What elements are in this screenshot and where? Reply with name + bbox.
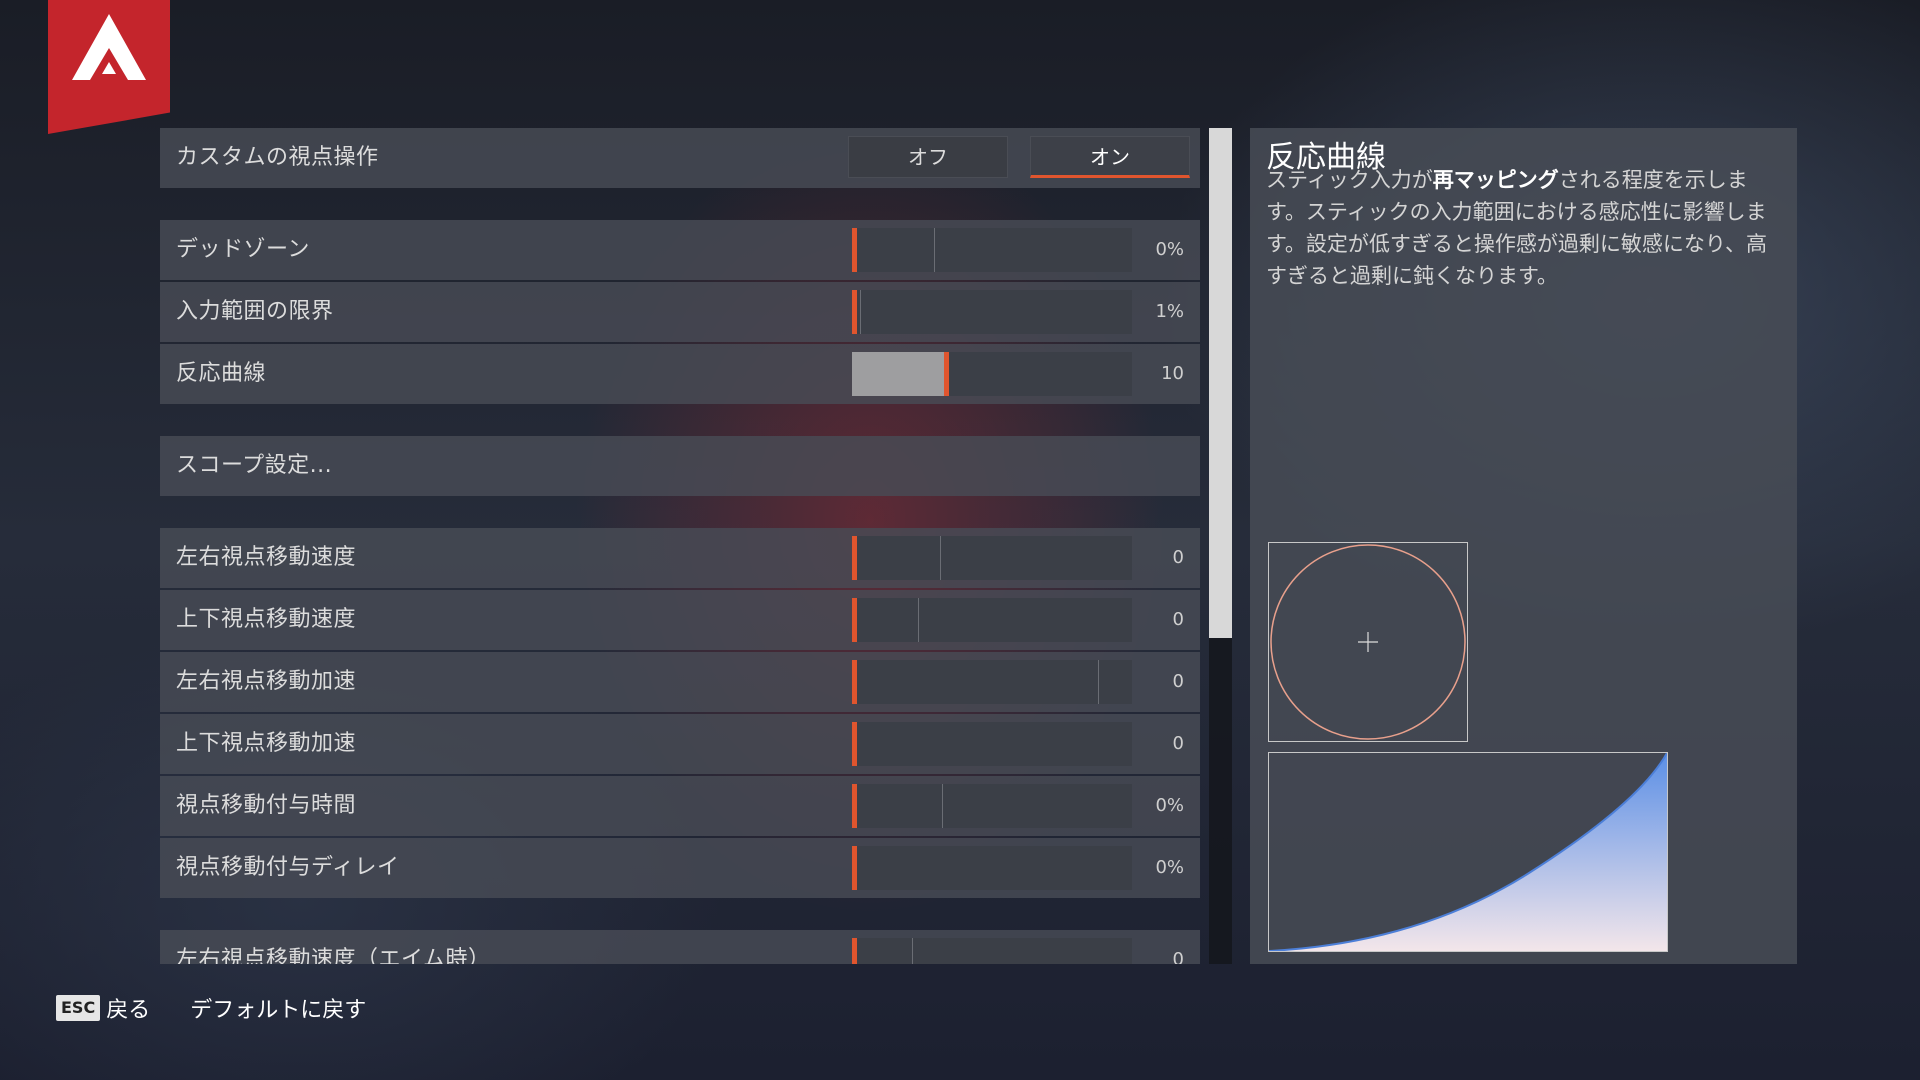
slider-handle[interactable] <box>852 290 857 334</box>
response-curve-slider[interactable] <box>852 352 1132 396</box>
slider-handle[interactable] <box>852 784 857 828</box>
default-marker <box>1098 660 1099 704</box>
default-marker <box>934 228 935 272</box>
scrollbar-thumb[interactable] <box>1209 128 1232 638</box>
row-label: 左右視点移動速度（エイム時） <box>176 947 491 964</box>
row-label: デッドゾーン <box>176 237 310 262</box>
yaw-boost-slider[interactable] <box>852 660 1132 704</box>
row-label: 反応曲線 <box>176 361 267 386</box>
row-value: 0% <box>1155 239 1184 260</box>
slider-handle[interactable] <box>852 660 857 704</box>
toggle-off-button[interactable]: オフ <box>848 136 1008 178</box>
row-value: 0 <box>1172 949 1184 964</box>
row-custom-look: カスタムの視点操作 オフ オン <box>160 128 1200 188</box>
row-value: 0 <box>1172 733 1184 754</box>
pitch-speed-slider[interactable] <box>852 598 1132 642</box>
slider-handle[interactable] <box>852 846 857 890</box>
row-response-curve[interactable]: 反応曲線 10 <box>160 344 1200 404</box>
row-deadzone[interactable]: デッドゾーン 0% <box>160 220 1200 280</box>
stick-visualizer <box>1268 542 1468 742</box>
row-value: 0% <box>1155 795 1184 816</box>
default-marker <box>912 938 913 964</box>
row-yaw-boost[interactable]: 左右視点移動加速 0 <box>160 652 1200 712</box>
reset-defaults-button[interactable]: デフォルトに戻す <box>190 992 366 1024</box>
row-yaw-speed[interactable]: 左右視点移動速度 0 <box>160 528 1200 588</box>
slider-handle[interactable] <box>852 228 857 272</box>
row-pitch-boost[interactable]: 上下視点移動加速 0 <box>160 714 1200 774</box>
slider-handle[interactable] <box>852 598 857 642</box>
row-ramp-time[interactable]: 視点移動付与時間 0% <box>160 776 1200 836</box>
row-label: 視点移動付与ディレイ <box>176 855 400 880</box>
toggle-on-button[interactable]: オン <box>1030 136 1190 178</box>
slider-handle[interactable] <box>852 722 857 766</box>
row-pitch-speed[interactable]: 上下視点移動速度 0 <box>160 590 1200 650</box>
row-label: スコープ設定... <box>176 453 333 478</box>
slider-handle[interactable] <box>852 938 857 964</box>
row-scope-settings[interactable]: スコープ設定... <box>160 436 1200 496</box>
footer-bar: ESC 戻る デフォルトに戻す <box>56 990 366 1026</box>
panel-description: スティック入力が再マッピングされる程度を示します。スティックの入力範囲における感… <box>1266 168 1768 288</box>
row-ramp-delay[interactable]: 視点移動付与ディレイ 0% <box>160 838 1200 898</box>
row-label: 入力範囲の限界 <box>176 299 334 324</box>
apex-logo <box>48 0 170 134</box>
slider-handle[interactable] <box>944 352 949 396</box>
response-curve-graph <box>1268 752 1668 952</box>
row-label: 視点移動付与時間 <box>176 793 357 818</box>
slider-fill <box>852 352 944 396</box>
yaw-speed-ads-slider[interactable] <box>852 938 1132 964</box>
row-label: カスタムの視点操作 <box>176 145 379 170</box>
default-marker <box>940 536 941 580</box>
ramp-delay-slider[interactable] <box>852 846 1132 890</box>
slider-handle[interactable] <box>852 536 857 580</box>
back-button[interactable]: 戻る <box>106 992 150 1024</box>
row-label: 上下視点移動速度 <box>176 607 357 632</box>
row-outer-threshold[interactable]: 入力範囲の限界 1% <box>160 282 1200 342</box>
row-value: 0 <box>1172 547 1184 568</box>
settings-list: カスタムの視点操作 オフ オン デッドゾーン 0% 入力範囲の限界 1% 反応曲… <box>160 128 1200 964</box>
default-marker <box>942 784 943 828</box>
deadzone-slider[interactable] <box>852 228 1132 272</box>
pitch-boost-slider[interactable] <box>852 722 1132 766</box>
row-value: 0% <box>1155 857 1184 878</box>
description-panel: 反応曲線 スティック入力が再マッピングされる程度を示します。スティックの入力範囲… <box>1250 128 1797 964</box>
row-value: 0 <box>1172 671 1184 692</box>
row-label: 左右視点移動速度 <box>176 545 357 570</box>
esc-key-icon[interactable]: ESC <box>56 995 101 1021</box>
ramp-time-slider[interactable] <box>852 784 1132 828</box>
default-marker <box>918 598 919 642</box>
row-yaw-speed-ads[interactable]: 左右視点移動速度（エイム時） 0 <box>160 930 1200 964</box>
outer-threshold-slider[interactable] <box>852 290 1132 334</box>
row-label: 左右視点移動加速 <box>176 669 357 694</box>
row-value: 1% <box>1155 301 1184 322</box>
row-value: 10 <box>1161 363 1184 384</box>
row-value: 0 <box>1172 609 1184 630</box>
scrollbar[interactable] <box>1209 128 1232 964</box>
yaw-speed-slider[interactable] <box>852 536 1132 580</box>
apex-logo-icon <box>72 14 146 80</box>
default-marker <box>860 290 861 334</box>
row-label: 上下視点移動加速 <box>176 731 357 756</box>
